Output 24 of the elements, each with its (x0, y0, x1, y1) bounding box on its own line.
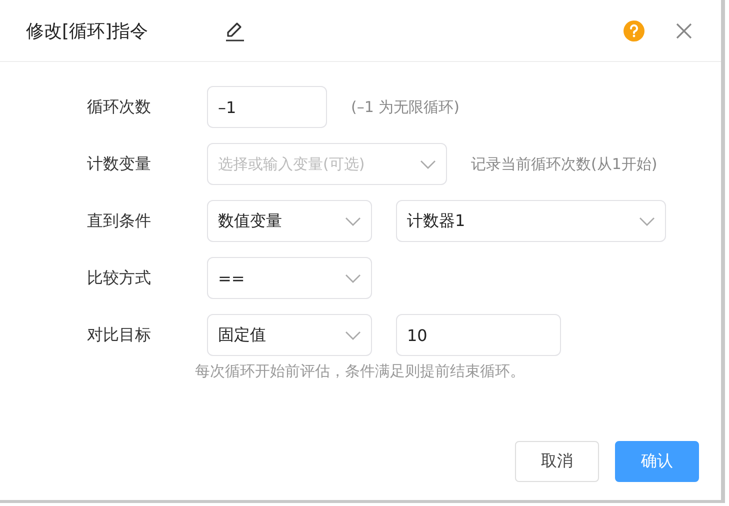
edit-icon[interactable] (224, 20, 246, 42)
select-field[interactable]: == (207, 257, 372, 299)
select-field[interactable]: 数值变量 (207, 200, 372, 242)
field-note: (–1 为无限循环) (351, 98, 460, 116)
chevron-down-icon (345, 330, 361, 340)
chevron-down-icon (420, 160, 436, 168)
field-label: 对比目标 (87, 324, 152, 346)
input-field[interactable]: –1 (207, 86, 327, 128)
chevron-down-icon (345, 274, 361, 282)
field-label: 比较方式 (87, 268, 152, 288)
field-note: 记录当前循环次数(从1开始) (471, 154, 658, 174)
close-icon[interactable] (675, 22, 693, 40)
select-field[interactable]: 固定值 (207, 314, 372, 356)
input-field[interactable]: 10 (396, 314, 561, 356)
dialog-title: 修改[循环]指令 (26, 20, 148, 42)
chevron-down-icon (639, 216, 655, 226)
field-label: 计数变量 (87, 154, 152, 174)
cancel-button[interactable]: 取消 (515, 441, 599, 482)
field-label: 循环次数 (87, 96, 152, 118)
hint-text: 每次循环开始前评估，条件满足则提前结束循环。 (195, 362, 526, 381)
select-field[interactable]: 计数器1 (396, 200, 666, 242)
field-label: 直到条件 (87, 210, 152, 232)
help-icon[interactable] (623, 20, 645, 42)
chevron-down-icon (345, 216, 361, 226)
